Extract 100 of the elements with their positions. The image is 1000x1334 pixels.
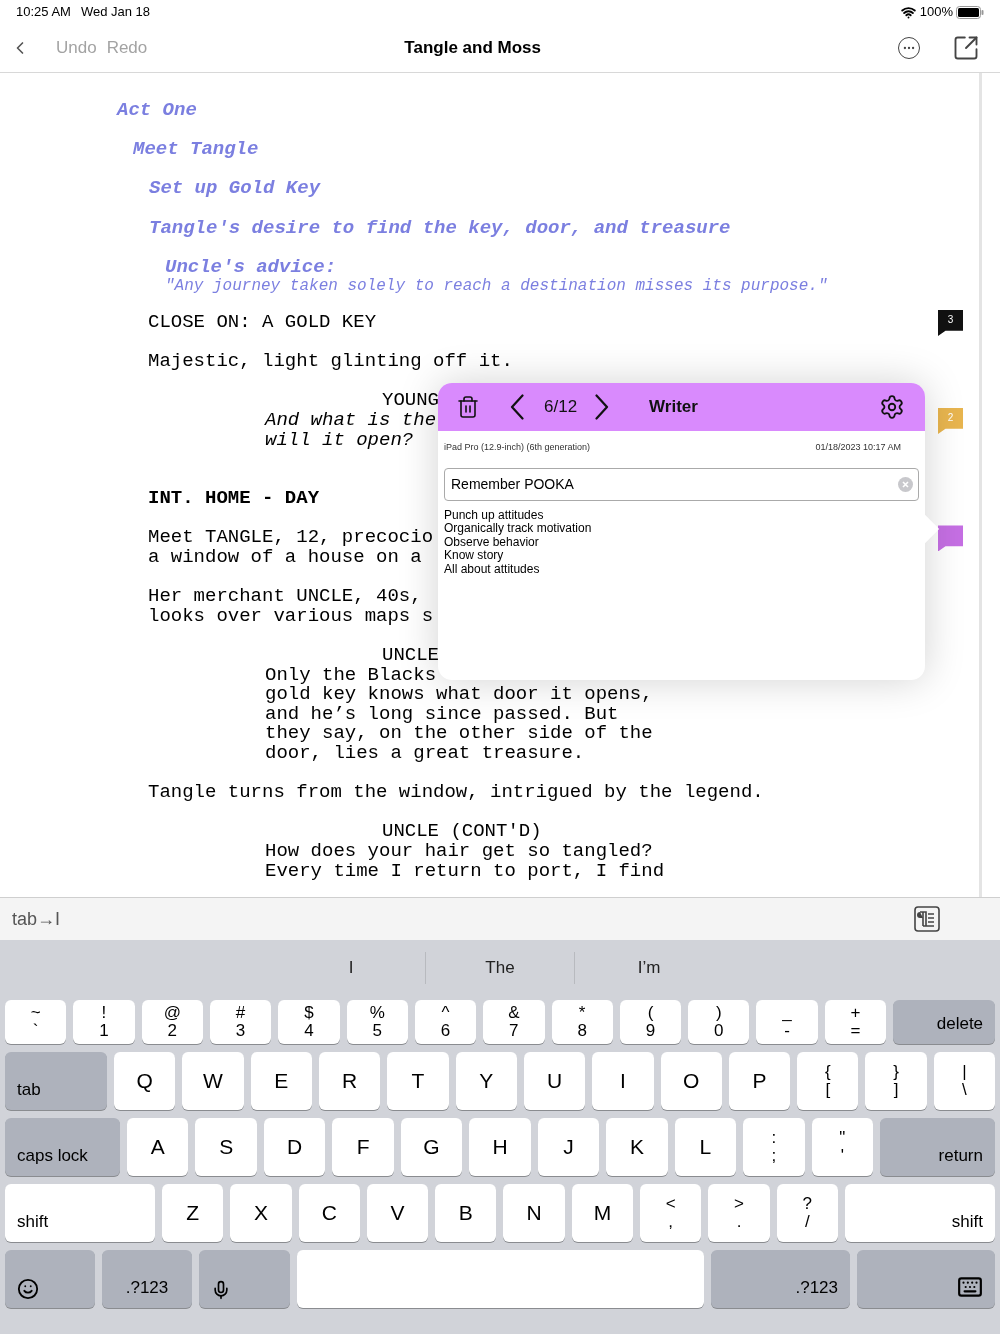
key[interactable]: # 3 — [209, 1000, 272, 1044]
hide-keyboard-key[interactable] — [857, 1250, 995, 1308]
suggestion[interactable]: I’m — [575, 954, 723, 981]
action-line: Her merchant UNCLE, 40s, — [148, 587, 422, 607]
title-field[interactable]: Remember POOKA — [444, 467, 919, 501]
key[interactable]: + = — [824, 1000, 887, 1044]
delete-key[interactable]: delete — [893, 1000, 996, 1044]
key[interactable]: Y — [455, 1052, 517, 1110]
dialogue-line: Every time I return to port, I find — [265, 861, 665, 882]
key[interactable]: ^ 6 — [414, 1000, 477, 1044]
key[interactable]: N — [503, 1184, 565, 1242]
status-time: 10:25 AM — [16, 3, 71, 22]
numbers-key[interactable]: .?123 — [711, 1250, 850, 1308]
return-key[interactable]: return — [880, 1118, 995, 1176]
key[interactable]: O — [660, 1052, 722, 1110]
settings-button[interactable] — [879, 394, 905, 420]
key[interactable]: M — [571, 1184, 634, 1242]
gear-icon — [879, 394, 905, 420]
key[interactable]: } ] — [865, 1052, 927, 1110]
key[interactable]: * 8 — [551, 1000, 613, 1044]
emoji-key[interactable] — [5, 1250, 95, 1308]
key[interactable]: " ' — [811, 1118, 873, 1176]
outline-heading: Set up Gold Key — [149, 179, 321, 199]
key[interactable]: C — [298, 1184, 360, 1242]
key[interactable]: G — [400, 1118, 463, 1176]
key[interactable]: > . — [708, 1184, 770, 1242]
dialogue-line: How does your hair get so tangled? — [265, 841, 653, 862]
key[interactable]: I — [592, 1052, 654, 1110]
key[interactable]: R — [318, 1052, 381, 1110]
suggestion[interactable]: I — [277, 954, 425, 981]
shift-key[interactable]: shift — [5, 1184, 155, 1242]
key[interactable]: _ - — [756, 1000, 818, 1044]
note-line: Organically track motivation — [444, 522, 592, 536]
dialogue-line: Only the Blacks — [265, 665, 437, 686]
status-date: Wed Jan 18 — [80, 3, 151, 22]
format-button[interactable] — [914, 906, 940, 932]
key[interactable]: D — [263, 1118, 326, 1176]
key[interactable]: | \ — [933, 1052, 996, 1110]
tab-button[interactable]: tab→I — [12, 905, 61, 933]
key[interactable]: ~ ` — [5, 1000, 67, 1044]
key[interactable]: ) 0 — [688, 1000, 750, 1044]
key[interactable]: P — [728, 1052, 791, 1110]
action-line: Meet TANGLE, 12, precocio — [148, 528, 434, 549]
outline-heading: Uncle's advice: — [165, 257, 337, 278]
key[interactable]: T — [387, 1052, 449, 1110]
dialogue-line: will it open? — [265, 430, 414, 451]
note-timestamp: 01/18/2023 10:17 AM — [815, 441, 901, 454]
tab-key[interactable]: tab — [5, 1052, 107, 1110]
key[interactable]: U — [523, 1052, 586, 1110]
previous-button[interactable] — [510, 394, 524, 420]
caps-lock-key[interactable]: caps lock — [5, 1118, 120, 1176]
key[interactable]: : ; — [743, 1118, 805, 1176]
action-line: CLOSE ON: A GOLD KEY — [148, 312, 377, 333]
key[interactable]: J — [537, 1118, 600, 1176]
battery-percent: 100% — [919, 3, 953, 22]
key[interactable]: ! 1 — [73, 1000, 135, 1044]
microphone-icon — [211, 1280, 231, 1300]
key[interactable]: < , — [640, 1184, 702, 1242]
key[interactable]: W — [182, 1052, 244, 1110]
key[interactable]: @ 2 — [141, 1000, 203, 1044]
dialogue-line: gold key knows what door it opens, — [265, 685, 653, 705]
key[interactable]: ( 9 — [619, 1000, 682, 1044]
key[interactable]: A — [127, 1118, 189, 1176]
numbers-key[interactable]: .?123 — [102, 1250, 192, 1308]
next-button[interactable] — [595, 394, 610, 420]
smiley-icon — [17, 1278, 39, 1300]
action-line: looks over various maps s — [148, 606, 434, 627]
action-line: a window of a house on a — [148, 548, 422, 568]
action-line: Majestic, light glinting off it. — [148, 352, 513, 372]
key[interactable]: & 7 — [483, 1000, 545, 1044]
key[interactable]: % 5 — [346, 1000, 408, 1044]
key[interactable]: F — [332, 1118, 394, 1176]
shift-key[interactable]: shift — [844, 1184, 995, 1242]
key[interactable]: B — [435, 1184, 497, 1242]
note-line: Observe behavior — [444, 535, 539, 550]
comment-marker[interactable]: 3 — [938, 309, 963, 336]
comment-marker[interactable] — [938, 525, 963, 552]
key[interactable]: E — [250, 1052, 312, 1110]
key[interactable]: ? / — [776, 1184, 838, 1242]
key[interactable]: Q — [114, 1052, 176, 1110]
key[interactable]: K — [606, 1118, 668, 1176]
key[interactable]: V — [366, 1184, 429, 1242]
key[interactable]: H — [469, 1118, 531, 1176]
suggestion[interactable]: The — [426, 954, 574, 981]
delete-button[interactable] — [456, 395, 480, 419]
dialogue-line: And what is the — [265, 410, 437, 431]
key[interactable]: S — [195, 1118, 257, 1176]
outline-heading: Meet Tangle — [133, 140, 259, 160]
key[interactable]: X — [230, 1184, 292, 1242]
outline-heading: Tangle's desire to find the key, door, and treasure — [149, 218, 731, 239]
share-button[interactable] — [952, 34, 980, 62]
chevron-right-icon — [595, 394, 610, 420]
key[interactable]: L — [674, 1118, 737, 1176]
trash-icon — [456, 395, 480, 419]
note-counter: 6/12 — [544, 396, 578, 419]
key[interactable]: { [ — [797, 1052, 859, 1110]
document-title: Tangle and Moss — [404, 37, 541, 60]
wifi-icon — [900, 4, 916, 20]
key[interactable]: Z — [162, 1184, 224, 1242]
key[interactable]: $ 4 — [278, 1000, 340, 1044]
